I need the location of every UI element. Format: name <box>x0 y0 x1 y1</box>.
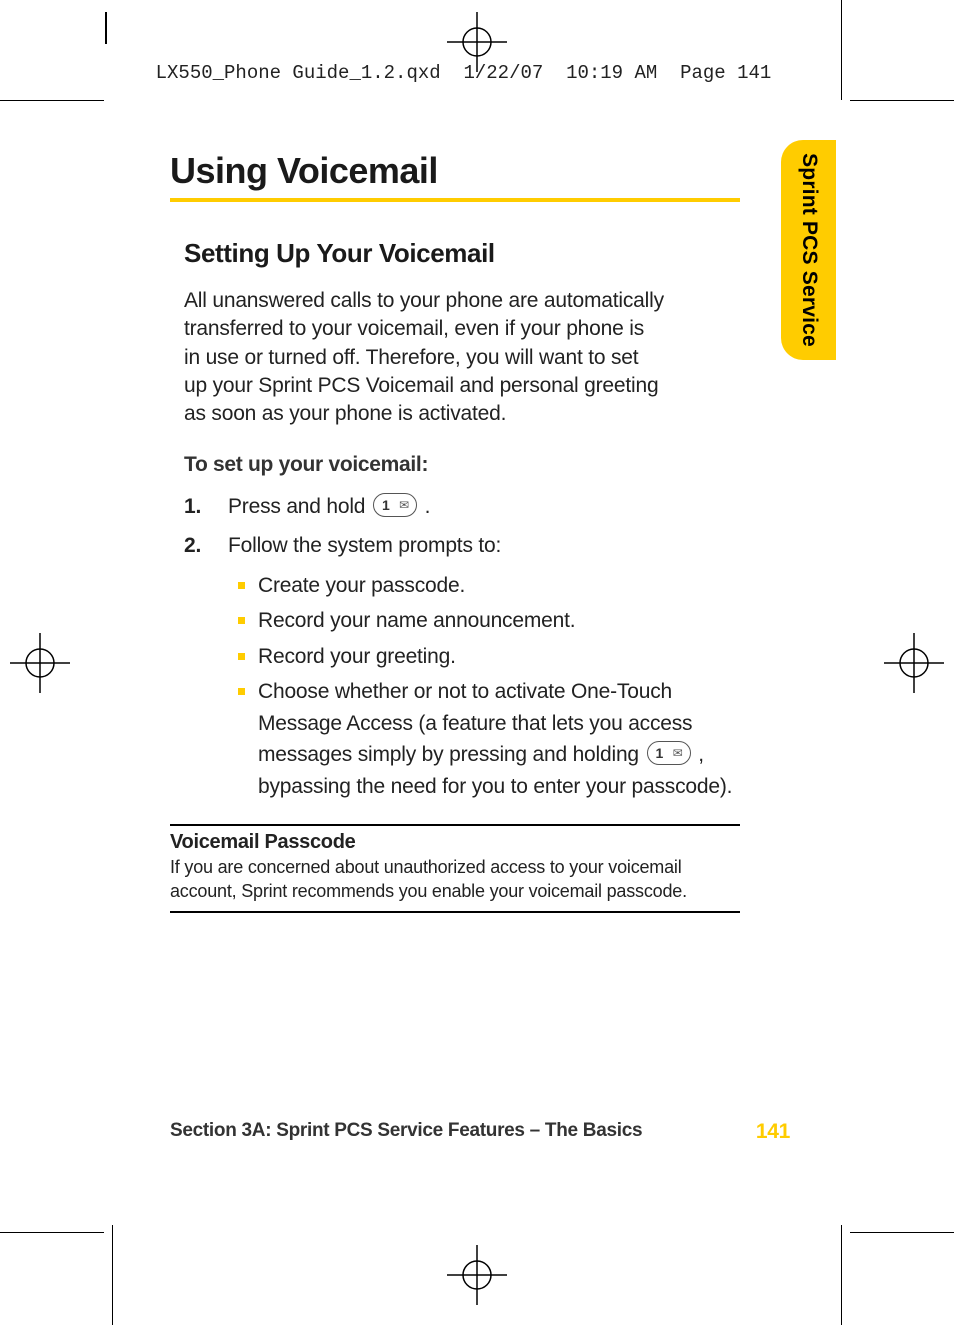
intro-paragraph: All unanswered calls to your phone are a… <box>184 287 664 429</box>
crop-marks-bottom <box>0 1215 954 1295</box>
note-body: If you are concerned about unauthorized … <box>170 856 740 903</box>
title-rule <box>170 198 740 202</box>
section-heading: Setting Up Your Voicemail <box>184 238 740 269</box>
step-1-post: . <box>425 495 431 518</box>
page: LX550_Phone Guide_1.2.qxd 1/22/07 10:19 … <box>0 0 954 1325</box>
procedure-lead: To set up your voicemail: <box>184 453 740 477</box>
print-header: LX550_Phone Guide_1.2.qxd 1/22/07 10:19 … <box>110 18 844 106</box>
key-1-icon <box>647 741 691 765</box>
registration-mark-bottom <box>447 1245 507 1305</box>
registration-mark-right <box>884 633 944 693</box>
footer-page-number: 141 <box>756 1120 790 1144</box>
bullet-one-touch-pre: Choose whether or not to activate One-To… <box>258 680 692 766</box>
section-tab: Sprint PCS Service <box>781 140 836 360</box>
bullet-one-touch: Choose whether or not to activate One-To… <box>258 676 740 802</box>
steps-list: Press and hold . Follow the system promp… <box>184 491 740 803</box>
step-2-bullets: Create your passcode. Record your name a… <box>228 570 740 803</box>
note-box: Voicemail Passcode If you are concerned … <box>170 824 740 913</box>
print-header-text: LX550_Phone Guide_1.2.qxd 1/22/07 10:19 … <box>156 62 772 84</box>
step-1-pre: Press and hold <box>228 495 371 518</box>
step-1: Press and hold . <box>228 491 740 523</box>
note-title: Voicemail Passcode <box>170 831 740 854</box>
footer-section: Section 3A: Sprint PCS Service Features … <box>170 1120 642 1141</box>
step-2-intro: Follow the system prompts to: <box>228 534 501 557</box>
section-tab-label: Sprint PCS Service <box>797 153 821 347</box>
bullet-name-announcement: Record your name announcement. <box>258 605 740 637</box>
content-area: Using Voicemail Setting Up Your Voicemai… <box>170 150 740 913</box>
bullet-passcode: Create your passcode. <box>258 570 740 602</box>
key-1-icon <box>373 493 417 517</box>
bullet-greeting: Record your greeting. <box>258 641 740 673</box>
registration-mark-left <box>10 633 70 693</box>
step-2: Follow the system prompts to: Create you… <box>228 530 740 802</box>
page-title: Using Voicemail <box>170 150 740 192</box>
page-footer: Section 3A: Sprint PCS Service Features … <box>170 1120 790 1144</box>
